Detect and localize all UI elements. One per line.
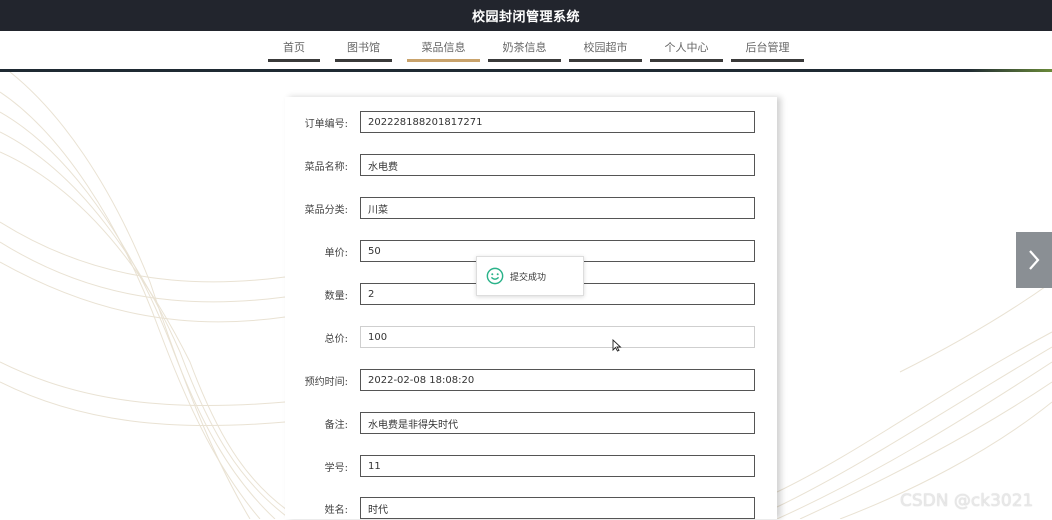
reservation-time-field[interactable]: 2022-02-08 18:08:20 xyxy=(360,369,755,391)
smile-icon xyxy=(486,267,504,285)
form-row-name: 姓名: 时代 xyxy=(285,496,757,520)
success-toast: 提交成功 xyxy=(476,256,584,296)
dish-name-field[interactable]: 水电费 xyxy=(360,154,755,176)
app-title-bar: 校园封闭管理系统 xyxy=(0,0,1052,31)
nav-item-personal-center[interactable]: 个人中心 xyxy=(650,40,723,62)
nav-item-supermarket[interactable]: 校园超市 xyxy=(569,40,642,62)
main-nav: 首页 图书馆 菜品信息 奶茶信息 校园超市 个人中心 后台管理 xyxy=(0,31,1052,69)
app-title: 校园封闭管理系统 xyxy=(471,10,580,25)
chevron-right-icon xyxy=(1029,250,1040,270)
form-row-order-number: 订单编号: 202228188201817271 xyxy=(285,110,757,134)
order-number-field[interactable]: 202228188201817271 xyxy=(360,111,755,133)
dish-category-label: 菜品分类: xyxy=(304,204,348,216)
form-row-reservation-time: 预约时间: 2022-02-08 18:08:20 xyxy=(285,368,757,392)
name-field[interactable]: 时代 xyxy=(360,497,755,519)
unit-price-label: 单价: xyxy=(324,247,348,259)
student-id-label: 学号: xyxy=(324,462,348,474)
form-row-student-id: 学号: 11 xyxy=(285,454,757,478)
nav-item-home[interactable]: 首页 xyxy=(268,40,320,62)
quantity-label: 数量: xyxy=(324,290,348,302)
nav-item-milk-tea[interactable]: 奶茶信息 xyxy=(488,40,561,62)
total-price-label: 总价: xyxy=(324,333,348,345)
mouse-cursor-icon xyxy=(612,339,622,352)
form-row-dish-name: 菜品名称: 水电费 xyxy=(285,153,757,177)
reservation-time-label: 预约时间: xyxy=(304,376,348,388)
order-number-label: 订单编号: xyxy=(304,118,348,130)
nav-item-dishes[interactable]: 菜品信息 xyxy=(407,40,480,62)
total-price-field[interactable]: 100 xyxy=(360,326,755,348)
remark-field[interactable]: 水电费是非得失时代 xyxy=(360,412,755,434)
nav-item-library[interactable]: 图书馆 xyxy=(335,40,392,62)
nav-item-admin[interactable]: 后台管理 xyxy=(731,40,804,62)
dish-name-label: 菜品名称: xyxy=(304,161,348,173)
form-row-total-price: 总价: 100 xyxy=(285,325,757,349)
student-id-field[interactable]: 11 xyxy=(360,455,755,477)
name-label: 姓名: xyxy=(324,504,348,516)
form-row-dish-category: 菜品分类: 川菜 xyxy=(285,196,757,220)
form-row-remark: 备注: 水电费是非得失时代 xyxy=(285,411,757,435)
remark-label: 备注: xyxy=(324,419,348,431)
toast-message: 提交成功 xyxy=(510,272,547,283)
watermark: CSDN @ck3021 xyxy=(900,491,1034,511)
dish-category-field[interactable]: 川菜 xyxy=(360,197,755,219)
carousel-next-button[interactable] xyxy=(1016,232,1052,288)
